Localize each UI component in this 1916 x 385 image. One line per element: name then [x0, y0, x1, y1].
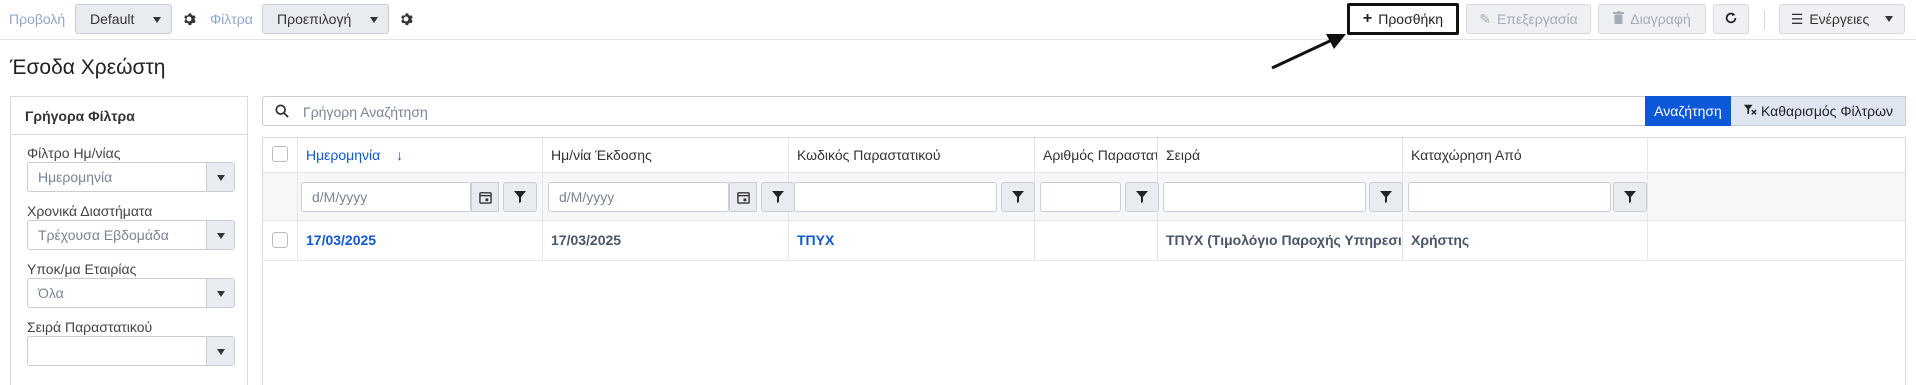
cell-series: ΤΠΥΧ (Τιμολόγιο Παροχής Υπηρεσιών ...	[1158, 221, 1403, 260]
filters-select[interactable]: Προεπιλογή	[262, 4, 389, 34]
annotation-arrow-icon	[1271, 34, 1346, 70]
document-series-label: Σειρά Παραστατικού	[27, 319, 153, 335]
chevron-down-icon	[153, 17, 161, 23]
view-label: Προβολή	[9, 11, 66, 27]
filters-select-value: Προεπιλογή	[277, 11, 352, 27]
actions-menu-label: Ενέργειες	[1809, 11, 1870, 27]
edit-button[interactable]: ✎ Επεξεργασία	[1466, 4, 1591, 34]
document-number-filter-input[interactable]	[1040, 182, 1121, 212]
date-filter-select[interactable]: Ημερομηνία	[27, 162, 235, 192]
select-all-checkbox[interactable]	[272, 146, 288, 162]
view-select[interactable]: Default	[75, 4, 172, 34]
trash-icon	[1613, 11, 1625, 27]
issue-date-column-filter: d/M/yyyy	[543, 173, 795, 220]
calendar-icon[interactable]	[471, 182, 499, 212]
row-select-cell	[263, 221, 298, 260]
delete-button-label: Διαγραφή	[1630, 11, 1691, 27]
data-grid: Ημερομηνία ↓ Ημ/νία Έκδοσης Κωδικός Παρα…	[262, 137, 1906, 385]
chevron-down-icon	[370, 17, 378, 23]
document-number-column-filter	[1035, 173, 1159, 220]
toolbar-divider	[1764, 10, 1765, 30]
filter-funnel-icon[interactable]	[1613, 182, 1647, 212]
chevron-down-icon	[206, 279, 234, 307]
document-code-filter-input[interactable]	[794, 182, 997, 212]
entered-by-filter-input[interactable]	[1408, 182, 1611, 212]
column-header-issue-date[interactable]: Ημ/νία Έκδοσης	[543, 138, 789, 172]
filter-row-spacer	[263, 173, 298, 220]
column-header-date-label: Ημερομηνία	[306, 147, 381, 163]
view-select-value: Default	[90, 11, 135, 27]
search-icon	[275, 104, 289, 121]
hamburger-icon: ☰	[1790, 10, 1804, 27]
filter-funnel-icon[interactable]	[1369, 182, 1403, 212]
column-header-document-number[interactable]: Αριθμός Παραστατ...	[1035, 138, 1158, 172]
time-ranges-label: Χρονικά Διαστήματα	[27, 203, 153, 219]
plus-icon: +	[1362, 10, 1373, 27]
quick-filters-title: Γρήγορα Φίλτρα	[11, 97, 247, 135]
date-filter-value: Ημερομηνία	[38, 169, 113, 185]
filters-settings-gear-icon[interactable]	[393, 4, 419, 34]
company-branch-label: Υποκ/μα Εταιρίας	[27, 261, 137, 277]
document-series-select[interactable]	[27, 336, 235, 366]
table-row[interactable]: 17/03/2025 17/03/2025 ΤΠΥΧ ΤΠΥΧ (Τιμολόγ…	[263, 221, 1905, 261]
add-button-label: Προσθήκη	[1378, 11, 1444, 27]
entered-by-column-filter	[1403, 173, 1648, 220]
time-ranges-select[interactable]: Τρέχουσα Εβδομάδα	[27, 220, 235, 250]
series-column-filter	[1158, 173, 1403, 220]
company-branch-select[interactable]: Όλα	[27, 278, 235, 308]
cell-date[interactable]: 17/03/2025	[298, 221, 543, 260]
delete-button[interactable]: Διαγραφή	[1598, 4, 1706, 34]
date-filter-input-placeholder: d/M/yyyy	[312, 189, 368, 205]
chevron-down-icon	[206, 221, 234, 249]
series-filter-input[interactable]	[1163, 182, 1366, 212]
search-button[interactable]: Αναζήτηση	[1645, 96, 1731, 126]
cell-entered-by: Χρήστης	[1403, 221, 1648, 260]
page-title: Έσοδα Χρεώστη	[10, 56, 166, 79]
edit-button-label: Επεξεργασία	[1497, 11, 1578, 27]
column-header-date[interactable]: Ημερομηνία ↓	[298, 138, 543, 172]
filters-label: Φίλτρα	[210, 11, 253, 27]
column-header-series[interactable]: Σειρά	[1158, 138, 1403, 172]
clear-filters-button[interactable]: Καθαρισμός Φίλτρων	[1731, 96, 1906, 126]
filter-funnel-icon[interactable]	[1001, 182, 1035, 212]
chevron-down-icon	[206, 337, 234, 365]
toolbar: Προβολή Default Φίλτρα Προεπιλογή + Προσ…	[0, 0, 1916, 40]
header-select-cell	[263, 138, 298, 172]
grid-filter-row: d/M/yyyy d/M/yyyy	[263, 173, 1905, 221]
sort-down-arrow-icon: ↓	[396, 147, 404, 163]
calendar-icon[interactable]	[729, 182, 757, 212]
document-code-column-filter	[789, 173, 1035, 220]
grid-header-row: Ημερομηνία ↓ Ημ/νία Έκδοσης Κωδικός Παρα…	[263, 138, 1905, 173]
row-checkbox[interactable]	[272, 232, 288, 248]
cell-issue-date: 17/03/2025	[543, 221, 789, 260]
cell-document-code[interactable]: ΤΠΥΧ	[789, 221, 1035, 260]
column-header-entered-by[interactable]: Καταχώρηση Από	[1403, 138, 1648, 172]
refresh-icon	[1724, 11, 1738, 28]
filter-funnel-icon[interactable]	[1125, 182, 1159, 212]
issue-date-filter-input[interactable]: d/M/yyyy	[548, 182, 729, 212]
company-branch-value: Όλα	[38, 285, 64, 301]
refresh-button[interactable]	[1713, 4, 1749, 34]
quick-search-placeholder: Γρήγορη Αναζήτηση	[303, 104, 428, 120]
date-column-filter: d/M/yyyy	[298, 173, 543, 220]
date-filter-label: Φίλτρο Ημ/νίας	[27, 145, 121, 161]
add-button[interactable]: + Προσθήκη	[1347, 3, 1459, 35]
actions-menu-button[interactable]: ☰ Ενέργειες	[1779, 4, 1905, 34]
chevron-down-icon	[206, 163, 234, 191]
clear-filters-label: Καθαρισμός Φίλτρων	[1760, 103, 1894, 119]
column-header-document-code[interactable]: Κωδικός Παραστατικού	[789, 138, 1035, 172]
quick-filters-panel: Γρήγορα Φίλτρα Φίλτρο Ημ/νίας Ημερομηνία…	[10, 96, 248, 385]
chevron-down-icon	[1885, 16, 1894, 22]
view-settings-gear-icon[interactable]	[176, 4, 202, 34]
filter-funnel-icon[interactable]	[503, 182, 537, 212]
time-ranges-value: Τρέχουσα Εβδομάδα	[38, 227, 169, 243]
pencil-icon: ✎	[1479, 10, 1492, 27]
cell-document-number	[1035, 221, 1158, 260]
date-filter-input[interactable]: d/M/yyyy	[301, 182, 471, 212]
issue-date-filter-input-placeholder: d/M/yyyy	[559, 189, 615, 205]
clear-filter-icon	[1743, 103, 1757, 120]
